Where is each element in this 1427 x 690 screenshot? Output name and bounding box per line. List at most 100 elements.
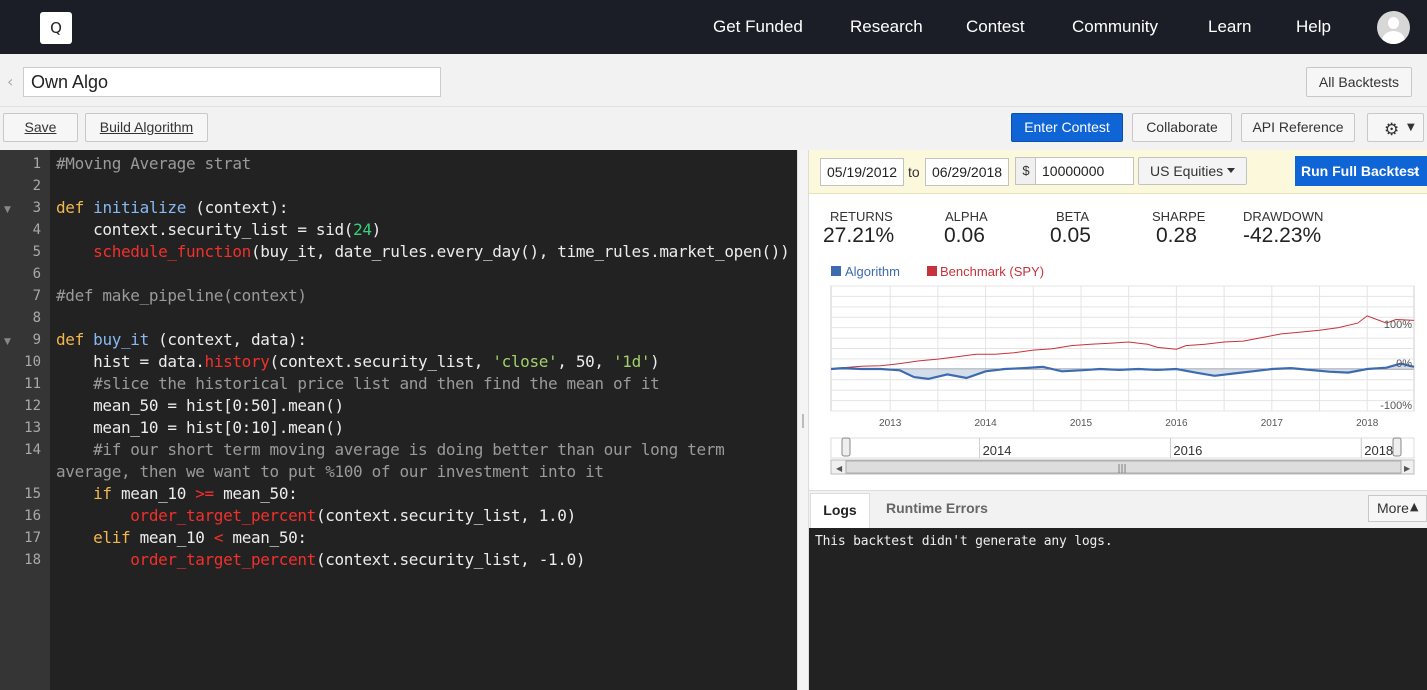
metric-value-sharpe: 0.28	[1156, 224, 1197, 247]
code-line[interactable]: context.security_list = sid(24)	[56, 220, 381, 239]
metric-value-returns: 27.21%	[823, 224, 895, 247]
legend-label-algorithm[interactable]: Algorithm	[845, 264, 900, 279]
fold-arrow-icon[interactable]: ▼	[4, 205, 11, 215]
navigator-handle-right[interactable]	[1392, 437, 1402, 457]
metric-label-beta: BETA	[1056, 209, 1089, 224]
enter-contest-button[interactable]: Enter Contest	[1011, 113, 1123, 142]
nav-contest[interactable]: Contest	[966, 17, 1025, 37]
tab-logs[interactable]: Logs	[810, 493, 870, 529]
line-number-gutter: 1 2 3 ▼ 4 5 6 7 8 9 ▼ 10 11 12 13 14 15 16 17 18	[0, 150, 50, 690]
code-line[interactable]: hist = data.history(context.security_lis…	[56, 352, 660, 371]
code-line[interactable]: #Moving Average strat	[56, 154, 251, 173]
code-line[interactable]: def buy_it (context, data):	[56, 330, 307, 349]
splitter-grip-icon[interactable]	[802, 414, 804, 428]
line-number: 4	[32, 222, 41, 238]
line-number: 15	[24, 486, 41, 502]
line-number: 17	[24, 530, 41, 546]
code-line[interactable]: mean_50 = hist[0:50].mean()	[56, 396, 344, 415]
scroll-grip-icon[interactable]: |||	[1117, 464, 1126, 474]
algorithm-name-input[interactable]: Own Algo	[23, 67, 441, 97]
fold-arrow-icon[interactable]: ▼	[4, 337, 11, 347]
tab-runtime-errors[interactable]: Runtime Errors	[886, 500, 988, 516]
nav-get-funded[interactable]: Get Funded	[713, 17, 803, 37]
line-number: 7	[32, 288, 41, 304]
code-line[interactable]: elif mean_10 < mean_50:	[56, 528, 307, 547]
x-tick-label: 2018	[1356, 418, 1379, 429]
log-message: This backtest didn't generate any logs.	[815, 534, 1113, 549]
end-date-input[interactable]: 06/29/2018	[925, 158, 1009, 186]
navigator-label: 2018	[1364, 443, 1393, 458]
user-avatar[interactable]	[1377, 11, 1410, 44]
line-number: 6	[32, 266, 41, 282]
line-number: 10	[24, 354, 41, 370]
navigator-label: 2016	[1173, 443, 1202, 458]
x-tick-label: 2016	[1165, 418, 1188, 429]
api-reference-button[interactable]: API Reference	[1241, 113, 1355, 142]
code-line[interactable]: order_target_percent(context.security_li…	[56, 506, 576, 525]
metric-label-alpha: ALPHA	[945, 209, 988, 224]
y-tick-label: 100%	[1384, 319, 1412, 331]
all-backtests-button[interactable]: All Backtests	[1306, 67, 1412, 97]
x-tick-label: 2015	[1070, 418, 1093, 429]
code-line[interactable]: schedule_function(buy_it, date_rules.eve…	[56, 242, 790, 261]
nav-community[interactable]: Community	[1072, 17, 1158, 37]
code-line[interactable]: #slice the historical price list and the…	[56, 374, 660, 393]
line-number: 2	[32, 178, 41, 194]
x-tick-label: 2013	[879, 418, 902, 429]
navigator-label: 2014	[983, 443, 1012, 458]
caret-down-icon	[1227, 168, 1235, 173]
code-line[interactable]: average, then we want to put %100 of our…	[56, 462, 604, 481]
line-number: 13	[24, 420, 41, 436]
line-number: 18	[24, 552, 41, 568]
x-tick-label: 2017	[1261, 418, 1284, 429]
legend-swatch-benchmark	[927, 266, 937, 276]
line-number: 5	[32, 244, 41, 260]
legend-swatch-algorithm	[831, 266, 841, 276]
metric-value-beta: 0.05	[1050, 224, 1091, 247]
collaborate-button[interactable]: Collaborate	[1132, 113, 1232, 142]
currency-label: $	[1015, 157, 1037, 185]
line-number: 12	[24, 398, 41, 414]
metric-label-drawdown: DRAWDOWN	[1243, 209, 1324, 224]
legend-label-benchmark[interactable]: Benchmark (SPY)	[940, 264, 1044, 279]
capital-input[interactable]: 10000000	[1035, 157, 1134, 185]
caret-down-icon: ▼	[1407, 122, 1415, 133]
performance-chart[interactable]: 100% 0% -100% 2013 2014 2015 2016 2017 2018 2014 2…	[809, 280, 1427, 480]
metric-value-drawdown: -42.23%	[1243, 224, 1322, 247]
chevron-left-icon[interactable]: ‹	[7, 72, 13, 91]
line-number: 14	[24, 442, 41, 458]
gear-icon: ⚙	[1384, 120, 1400, 140]
chevron-up-icon: ▲	[1410, 500, 1419, 513]
metric-label-returns: RETURNS	[830, 209, 893, 224]
scroll-left-arrow-icon[interactable]: ◀	[836, 464, 843, 473]
code-line[interactable]: #def make_pipeline(context)	[56, 286, 307, 305]
code-editor[interactable]: 1 2 3 ▼ 4 5 6 7 8 9 ▼ 10 11 12 13 14 15 16 17 18 #Moving Av…	[0, 150, 797, 690]
chevron-right-icon: ›	[1413, 163, 1419, 179]
line-number: 8	[32, 310, 41, 326]
save-button[interactable]: Save	[3, 113, 78, 142]
build-label: Build Algorithm	[99, 119, 194, 135]
y-tick-label: 0%	[1396, 358, 1412, 370]
code-line[interactable]: #if our short term moving average is doi…	[56, 440, 725, 459]
metric-value-alpha: 0.06	[944, 224, 985, 247]
code-line[interactable]: mean_10 = hist[0:10].mean()	[56, 418, 344, 437]
run-full-backtest-button[interactable]: Run Full Backtest	[1295, 156, 1427, 186]
code-line[interactable]: def initialize (context):	[56, 198, 288, 217]
metric-label-sharpe: SHARPE	[1152, 209, 1206, 224]
nav-research[interactable]: Research	[850, 17, 923, 37]
nav-learn[interactable]: Learn	[1208, 17, 1251, 37]
line-number: 16	[24, 508, 41, 524]
save-label: Save	[24, 119, 57, 135]
start-date-input[interactable]: 05/19/2012	[820, 158, 904, 186]
navigator-handle-left[interactable]	[841, 437, 851, 457]
code-line[interactable]: if mean_10 >= mean_50:	[56, 484, 298, 503]
build-algorithm-button[interactable]: Build Algorithm	[85, 113, 208, 142]
nav-help[interactable]: Help	[1296, 17, 1331, 37]
logs-output	[809, 528, 1427, 690]
y-tick-label: -100%	[1380, 400, 1412, 412]
code-line[interactable]: order_target_percent(context.security_li…	[56, 550, 585, 569]
navigator-area[interactable]	[830, 437, 1415, 459]
line-number: 1	[32, 156, 41, 172]
scroll-right-arrow-icon[interactable]: ▶	[1404, 464, 1411, 473]
quantopian-logo[interactable]: Q	[40, 12, 72, 44]
